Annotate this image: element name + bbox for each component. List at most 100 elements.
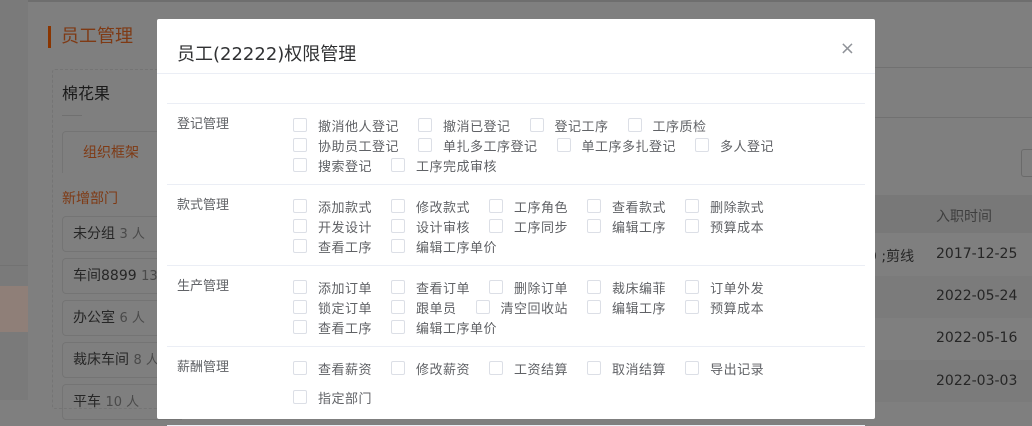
checkbox[interactable]: [529, 118, 544, 132]
permission-checkbox-item[interactable]: 跟单员: [391, 297, 457, 317]
permission-checkbox-item[interactable]: 删除款式: [685, 196, 764, 216]
permission-checkbox-item[interactable]: 锁定订单: [293, 297, 372, 317]
checkbox[interactable]: [293, 390, 307, 404]
checkbox-label: 编辑工序: [612, 220, 667, 236]
permission-sections: 登记管理 撤消他人登记 撤消已登记 登记工序 工序质检 协助员工登记 单扎多工序登记 单工序多…: [167, 103, 865, 426]
permission-checkbox-item[interactable]: 查看款式: [587, 196, 666, 216]
checkbox[interactable]: [418, 118, 433, 132]
checkbox[interactable]: [475, 300, 490, 314]
checkbox[interactable]: [293, 118, 307, 132]
permission-checkbox-item[interactable]: 指定部门: [293, 387, 372, 407]
checkbox[interactable]: [391, 300, 406, 314]
checkbox[interactable]: [489, 361, 504, 375]
permission-checkbox-item[interactable]: 修改款式: [391, 196, 470, 216]
permission-checkbox-item[interactable]: 查看工序: [293, 236, 372, 256]
permission-checkbox-item[interactable]: 查看订单: [391, 277, 470, 297]
permission-checkbox-item[interactable]: 取消结算: [587, 358, 666, 378]
permission-checkbox-item[interactable]: 设计审核: [391, 216, 470, 236]
checkbox[interactable]: [391, 158, 406, 172]
department-name: 裁床车间: [73, 352, 129, 368]
permission-checkbox-item[interactable]: 工资结算: [489, 358, 568, 378]
permission-checkbox-item[interactable]: 删除订单: [489, 277, 568, 297]
permission-checkbox-item[interactable]: 添加订单: [293, 277, 372, 297]
checkbox[interactable]: [293, 158, 307, 172]
department-count: 6 人: [119, 311, 145, 326]
search-input[interactable]: [1021, 149, 1032, 177]
permission-checkbox-item[interactable]: 多人登记: [695, 135, 774, 155]
checkbox[interactable]: [587, 219, 602, 233]
checkbox[interactable]: [587, 280, 602, 294]
permission-checkbox-item[interactable]: 撤消已登记: [418, 115, 511, 135]
checkbox[interactable]: [685, 280, 700, 294]
checkbox-label: 查看订单: [416, 281, 471, 297]
permission-checkbox-item[interactable]: 工序质检: [627, 115, 707, 135]
checkbox[interactable]: [685, 199, 700, 213]
checkbox-label: 撤消已登记: [443, 119, 511, 135]
permission-section: 款式管理 添加款式 修改款式 工序角色 查看款式 删除款式 开发设计 设计审核 工序同步 编辑工序…: [167, 184, 865, 265]
permission-checkbox-item[interactable]: 订单外发: [685, 277, 764, 297]
permission-checkbox-item[interactable]: 预算成本: [685, 297, 764, 317]
permission-checkbox-item[interactable]: 修改薪资: [391, 358, 470, 378]
sidebar-active-item[interactable]: [0, 286, 28, 332]
permission-checkbox-item[interactable]: 单扎多工序登记: [418, 135, 538, 155]
checkbox[interactable]: [293, 280, 307, 294]
checkbox[interactable]: [391, 280, 406, 294]
permission-checkbox-item[interactable]: 单工序多扎登记: [556, 135, 677, 155]
close-icon[interactable]: ×: [840, 39, 855, 59]
permission-checkbox-item[interactable]: 查看工序: [293, 317, 372, 337]
checkbox-label: 单扎多工序登记: [443, 139, 538, 155]
permission-checkbox-item[interactable]: 添加款式: [293, 196, 372, 216]
permission-section: 生产管理 添加订单 查看订单 删除订单 裁床编菲 订单外发 锁定订单 跟单员 清空回收站 编辑工序…: [167, 265, 865, 346]
permission-checkbox-item[interactable]: 查看薪资: [293, 358, 372, 378]
checkbox[interactable]: [685, 361, 700, 375]
checkbox[interactable]: [293, 361, 307, 375]
checkbox[interactable]: [685, 300, 700, 314]
checkbox[interactable]: [293, 199, 307, 213]
checkbox[interactable]: [587, 199, 602, 213]
dialog-header-divider: [157, 73, 875, 74]
permission-checkbox-item[interactable]: 编辑工序单价: [391, 236, 497, 256]
permission-checkbox-item[interactable]: 登记工序: [529, 115, 609, 135]
company-name: 棉花果: [62, 84, 111, 103]
department-name: 车间8899: [73, 268, 137, 284]
permission-items: 撤消他人登记 撤消已登记 登记工序 工序质检协助员工登记 单扎多工序登记 单工序多扎登记 多…: [293, 115, 838, 175]
checkbox[interactable]: [391, 239, 406, 253]
permission-checkbox-item[interactable]: 搜索登记: [293, 155, 372, 175]
checkbox[interactable]: [556, 138, 571, 152]
checkbox[interactable]: [685, 219, 700, 233]
checkbox-label: 跟单员: [416, 301, 457, 317]
permission-checkbox-item[interactable]: 预算成本: [685, 216, 764, 236]
checkbox[interactable]: [391, 320, 406, 334]
checkbox[interactable]: [293, 300, 307, 314]
checkbox[interactable]: [627, 118, 642, 132]
permission-checkbox-item[interactable]: 撤消他人登记: [293, 115, 399, 135]
checkbox[interactable]: [587, 361, 602, 375]
checkbox[interactable]: [391, 361, 406, 375]
checkbox-label: 添加款式: [318, 200, 373, 216]
checkbox[interactable]: [293, 219, 307, 233]
permission-checkbox-item[interactable]: 导出记录: [685, 358, 764, 378]
checkbox[interactable]: [695, 138, 710, 152]
checkbox[interactable]: [587, 300, 602, 314]
checkbox[interactable]: [391, 219, 406, 233]
checkbox-label: 登记工序: [554, 119, 609, 135]
permission-checkbox-item[interactable]: 编辑工序单价: [391, 317, 497, 337]
checkbox[interactable]: [418, 138, 433, 152]
permission-checkbox-item[interactable]: 协助员工登记: [293, 135, 399, 155]
permission-checkbox-item[interactable]: 编辑工序: [587, 297, 666, 317]
checkbox[interactable]: [489, 219, 504, 233]
permission-checkbox-item[interactable]: 工序同步: [489, 216, 568, 236]
checkbox[interactable]: [489, 199, 504, 213]
checkbox[interactable]: [293, 320, 307, 334]
permission-checkbox-item[interactable]: 裁床编菲: [587, 277, 666, 297]
permission-checkbox-item[interactable]: 工序角色: [489, 196, 568, 216]
permission-checkbox-item[interactable]: 清空回收站: [475, 297, 569, 317]
add-department-link[interactable]: 新增部门: [62, 188, 118, 208]
permission-checkbox-item[interactable]: 开发设计: [293, 216, 372, 236]
checkbox[interactable]: [293, 138, 307, 152]
checkbox[interactable]: [293, 239, 307, 253]
checkbox[interactable]: [391, 199, 406, 213]
permission-checkbox-item[interactable]: 编辑工序: [587, 216, 666, 236]
permission-checkbox-item[interactable]: 工序完成审核: [391, 155, 497, 175]
checkbox[interactable]: [489, 280, 504, 294]
